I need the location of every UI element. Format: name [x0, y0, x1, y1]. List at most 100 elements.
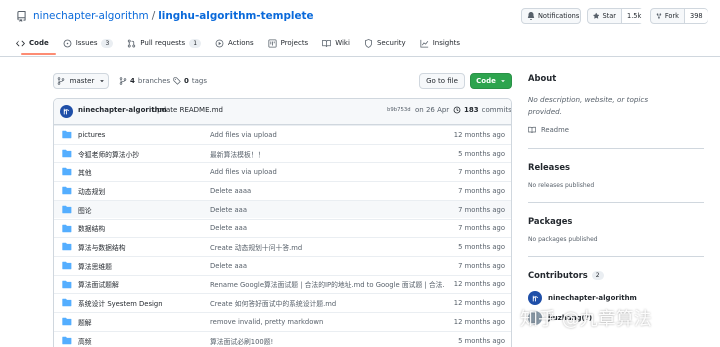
file-commit-message[interactable]: remove invalid, pretty markdown — [210, 318, 323, 326]
file-row[interactable]: 数据结构 Delete aaa 7 months ago — [54, 218, 511, 238]
folder-icon — [62, 317, 72, 326]
file-commit-message[interactable]: Add files via upload — [210, 131, 277, 139]
file-name-link[interactable]: 算法思维题 — [78, 261, 112, 271]
file-row[interactable]: 算法思维题 Delete aaa 7 months ago — [54, 255, 511, 275]
book-icon — [528, 126, 536, 134]
file-commit-message[interactable]: 算法面试必刷100题! — [210, 336, 273, 346]
tab-code[interactable]: Code — [16, 36, 49, 50]
contributors-title[interactable]: Contributors 2 — [528, 270, 604, 280]
file-name-link[interactable]: 数据结构 — [78, 223, 105, 233]
file-name-link[interactable]: 算法与数据结构 — [78, 242, 126, 252]
tags-link[interactable]: 0 tags — [173, 74, 207, 88]
file-name-link[interactable]: 系统设计 Syestem Design — [78, 298, 163, 308]
avatar[interactable] — [60, 105, 73, 118]
folder-icon — [62, 168, 72, 176]
commits-link[interactable]: 183 commits — [453, 106, 512, 114]
releases-title[interactable]: Releases — [528, 162, 570, 172]
tab-pull-requests[interactable]: Pull requests 1 — [127, 36, 202, 50]
file-commit-message[interactable]: Delete aaaa — [210, 187, 251, 195]
file-commit-message[interactable]: Create 动态规划十问十答.md — [210, 242, 302, 252]
star-count[interactable]: 1.5k — [621, 9, 647, 23]
repo-title: ninechapter-algorithm / linghu-algorithm… — [16, 9, 314, 23]
commit-hash[interactable]: b9b753d — [387, 107, 411, 113]
folder-icon — [62, 299, 72, 307]
file-row[interactable]: 算法面试题解 Rename Google算法面试题 | 合法的IP的地址.md t… — [54, 274, 511, 294]
file-row[interactable]: 动态规划 Delete aaaa 7 months ago — [54, 181, 511, 200]
file-name-link[interactable]: 题解 — [78, 317, 92, 327]
file-commit-message[interactable]: Create 如何答好面试中的系统设计题.md — [210, 298, 336, 308]
repo-owner-link[interactable]: ninechapter-algorithm — [33, 10, 149, 22]
file-age: 7 months ago — [458, 261, 505, 270]
bell-icon — [527, 12, 535, 20]
file-row[interactable]: 系统设计 Syestem Design Create 如何答好面试中的系统设计题.… — [54, 293, 511, 312]
branches-link[interactable]: 4 branches — [119, 74, 170, 88]
file-commit-message[interactable]: Delete aaa — [210, 206, 247, 214]
file-commit-message[interactable]: Delete aaa — [210, 262, 247, 270]
readme-link[interactable]: Readme — [528, 126, 569, 134]
star-icon — [593, 12, 600, 19]
file-commit-message[interactable]: Add files via upload — [210, 168, 277, 176]
fork-count[interactable]: 398 — [684, 9, 708, 23]
issues-count: 3 — [101, 38, 114, 48]
tab-security[interactable]: Security — [364, 36, 406, 50]
file-name-link[interactable]: 令狐老师的算法小抄 — [78, 149, 139, 159]
repo-tabs: Code Issues 3 Pull requests 1 Actions Pr… — [16, 36, 474, 54]
folder-icon — [62, 205, 72, 214]
contributor-item[interactable]: ninechapter-algorithm — [528, 291, 637, 305]
file-row[interactable]: 算法与数据结构 Create 动态规划十问十答.md 5 months ago — [54, 237, 511, 256]
file-commit-message[interactable]: Delete aaa — [210, 224, 247, 232]
play-icon — [215, 39, 224, 47]
file-name-link[interactable]: pictures — [78, 131, 105, 139]
file-row[interactable]: 其他 Add files via upload 7 months ago — [54, 162, 511, 181]
branch-select-button[interactable]: master — [53, 73, 109, 89]
star-button[interactable]: Star 1.5k — [587, 8, 647, 24]
fork-button[interactable]: Fork 398 — [650, 8, 708, 24]
about-text-line-1: No description, website, or topics — [528, 95, 649, 104]
pull-request-icon — [128, 39, 136, 47]
file-name-link[interactable]: 动态规划 — [78, 186, 105, 196]
file-row[interactable]: 题解 remove invalid, pretty markdown 12 mont… — [54, 312, 511, 331]
repo-separator: / — [151, 10, 156, 22]
file-age: 12 months ago — [453, 299, 505, 308]
tags-count: 0 — [184, 77, 189, 85]
tab-insights[interactable]: Insights — [420, 36, 460, 50]
commit-message[interactable]: Update README.md — [152, 106, 223, 114]
folder-icon — [62, 224, 72, 232]
logo-icon — [532, 295, 538, 301]
file-name-link[interactable]: 其他 — [78, 167, 92, 177]
packages-text: No packages published — [528, 236, 598, 243]
notifications-button[interactable]: Notifications — [521, 8, 581, 24]
book-icon — [322, 39, 332, 47]
tags-label: tags — [191, 77, 207, 85]
commits-label: commits — [481, 106, 512, 114]
file-row[interactable]: 令狐老师的算法小抄 最新算法模板！！ 5 months ago — [54, 143, 511, 163]
file-name-link[interactable]: 算法面试题解 — [78, 279, 119, 289]
logo-icon — [63, 108, 70, 115]
fork-label: Fork — [664, 12, 679, 20]
tab-actions[interactable]: Actions — [215, 36, 254, 50]
folder-icon — [62, 149, 72, 157]
tab-code-label: Code — [29, 39, 49, 47]
repo-header: ninechapter-algorithm / linghu-algorithm… — [0, 0, 720, 58]
avatar — [528, 291, 542, 305]
file-age: 7 months ago — [458, 168, 505, 177]
file-name-link[interactable]: 高频 — [78, 336, 92, 346]
file-commit-message[interactable]: 最新算法模板！！ — [210, 149, 264, 159]
latest-commit-bar: ninechapter-algorithm Update README.md b… — [54, 99, 512, 125]
contributor-name: ninechapter-algorithm — [548, 294, 637, 302]
pull-requests-count: 1 — [189, 38, 202, 48]
folder-icon — [62, 242, 72, 251]
tab-wiki[interactable]: Wiki — [322, 36, 350, 50]
fork-icon — [656, 13, 662, 19]
repo-name-link[interactable]: linghu-algorithm-templete — [158, 10, 313, 22]
file-commit-message[interactable]: Rename Google算法面试题 | 合法的IP的地址.md to Goog… — [210, 279, 445, 289]
tab-projects[interactable]: Projects — [268, 36, 308, 50]
packages-title[interactable]: Packages — [528, 216, 572, 226]
go-to-file-button[interactable]: Go to file — [419, 73, 465, 89]
tab-issues[interactable]: Issues 3 — [63, 36, 114, 50]
file-row[interactable]: pictures Add files via upload 12 months ag… — [54, 125, 511, 144]
file-row[interactable]: 图论 Delete aaa 7 months ago — [54, 199, 511, 219]
file-name-link[interactable]: 图论 — [78, 205, 92, 215]
code-download-button[interactable]: Code — [470, 73, 512, 89]
file-row[interactable]: 高频 算法面试必刷100题! 5 months ago — [54, 330, 511, 347]
